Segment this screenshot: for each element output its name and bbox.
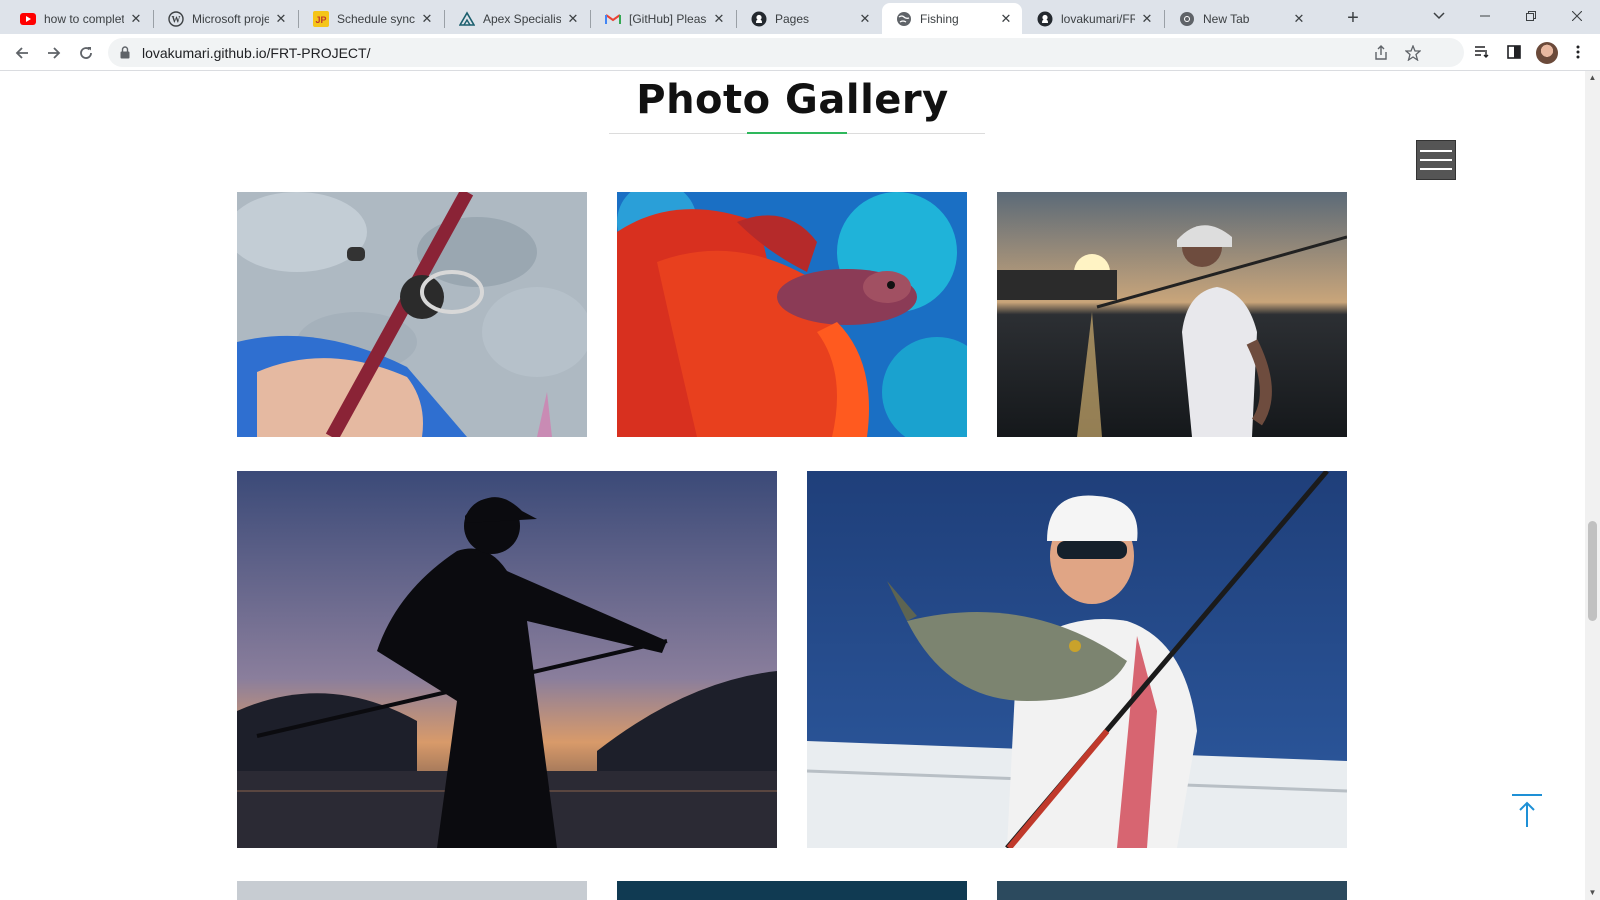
share-icon[interactable] [1372,44,1390,62]
close-tab-icon[interactable]: ✕ [128,11,144,27]
close-tab-icon[interactable]: ✕ [711,11,727,27]
svg-text:W: W [172,14,181,24]
minimize-icon[interactable] [1462,0,1508,30]
tab-title: Schedule synch [337,11,415,26]
bookmark-star-icon[interactable] [1404,44,1422,62]
tab-lovakumari[interactable]: lovakumari/FRT ✕ [1023,3,1163,34]
tab-title: [GitHub] Please [629,11,707,26]
profile-avatar[interactable] [1536,42,1558,64]
gallery-photo-betta[interactable] [617,192,967,437]
youtube-icon [20,11,36,27]
gallery-photo-partial[interactable] [617,881,967,900]
back-to-top-button[interactable] [1510,793,1544,831]
page-scrollbar[interactable]: ▲ ▼ [1585,71,1600,900]
hamburger-bar [1420,150,1452,152]
tab-title: Fishing [920,11,959,26]
gallery-heading: Photo Gallery [636,77,949,123]
close-tab-icon[interactable]: ✕ [857,11,873,27]
tab-strip: how to complet ✕ W Microsoft proje ✕ JP … [0,0,1600,34]
scroll-up-arrow-icon[interactable]: ▲ [1585,71,1600,85]
side-panel-icon[interactable] [1504,42,1524,62]
page-viewport: Photo Gallery [0,71,1585,900]
trailhead-icon [459,10,475,27]
gallery-photo-partial[interactable] [237,881,587,900]
heading-underline-accent [747,132,847,134]
restore-icon[interactable] [1508,0,1554,30]
jp-icon: JP [313,10,329,27]
github-icon [751,11,767,27]
browser-toolbar: lovakumari.github.io/FRT-PROJECT/ [0,34,1600,71]
close-tab-icon[interactable]: ✕ [1291,11,1307,27]
close-window-icon[interactable] [1554,0,1600,30]
tab-apex[interactable]: Apex Specialist ✕ [445,3,589,34]
tab-search-icon[interactable] [1416,0,1462,30]
tab-gmail[interactable]: [GitHub] Please ✕ [591,3,735,34]
wordpress-icon: W [168,10,184,27]
gallery-photo-partial[interactable] [997,881,1347,900]
tab-wordpress[interactable]: W Microsoft proje ✕ [154,3,297,34]
arrow-up-icon [1512,794,1542,827]
tab-title: Apex Specialist [483,11,561,26]
tab-youtube[interactable]: how to complet ✕ [6,3,152,34]
gallery-photo-reel[interactable] [237,192,587,437]
tab-fishing[interactable]: Fishing ✕ [882,3,1022,34]
globe-icon [896,11,912,27]
back-button[interactable] [8,39,36,67]
tab-title: Microsoft proje [192,11,269,26]
url-text[interactable]: lovakumari.github.io/FRT-PROJECT/ [142,45,370,61]
tab-newtab[interactable]: New Tab ✕ [1165,3,1315,34]
gallery-photo-sunset-angler[interactable] [997,192,1347,437]
gallery-photo-silhouette[interactable] [237,471,777,848]
scrollbar-thumb[interactable] [1588,521,1597,621]
tab-title: lovakumari/FRT [1061,11,1135,26]
svg-text:JP: JP [315,15,326,25]
address-bar[interactable]: lovakumari.github.io/FRT-PROJECT/ [108,38,1464,67]
tab-title: New Tab [1203,11,1250,26]
tab-pages[interactable]: Pages ✕ [737,3,881,34]
close-tab-icon[interactable]: ✕ [1139,11,1155,27]
gallery-photo-sea-bass[interactable] [807,471,1347,848]
close-tab-icon[interactable]: ✕ [273,11,289,27]
close-tab-icon[interactable]: ✕ [419,11,435,27]
close-tab-icon[interactable]: ✕ [998,11,1014,27]
forward-button[interactable] [40,39,68,67]
close-tab-icon[interactable]: ✕ [565,11,581,27]
hamburger-bar [1420,168,1452,170]
new-tab-icon[interactable]: + [1340,6,1366,32]
chrome-icon [1179,11,1195,27]
gmail-icon [605,11,621,27]
scroll-down-arrow-icon[interactable]: ▼ [1585,886,1600,900]
menu-kebab-icon[interactable] [1568,42,1588,62]
tab-schedule[interactable]: JP Schedule synch ✕ [299,3,443,34]
reading-list-icon[interactable] [1472,42,1492,62]
lock-icon[interactable] [118,46,132,60]
reload-button[interactable] [72,39,100,67]
github-icon [1037,11,1053,27]
hamburger-menu-button[interactable] [1416,140,1456,180]
hamburger-bar [1420,159,1452,161]
tab-title: how to complet [44,11,124,26]
tab-title: Pages [775,11,810,26]
